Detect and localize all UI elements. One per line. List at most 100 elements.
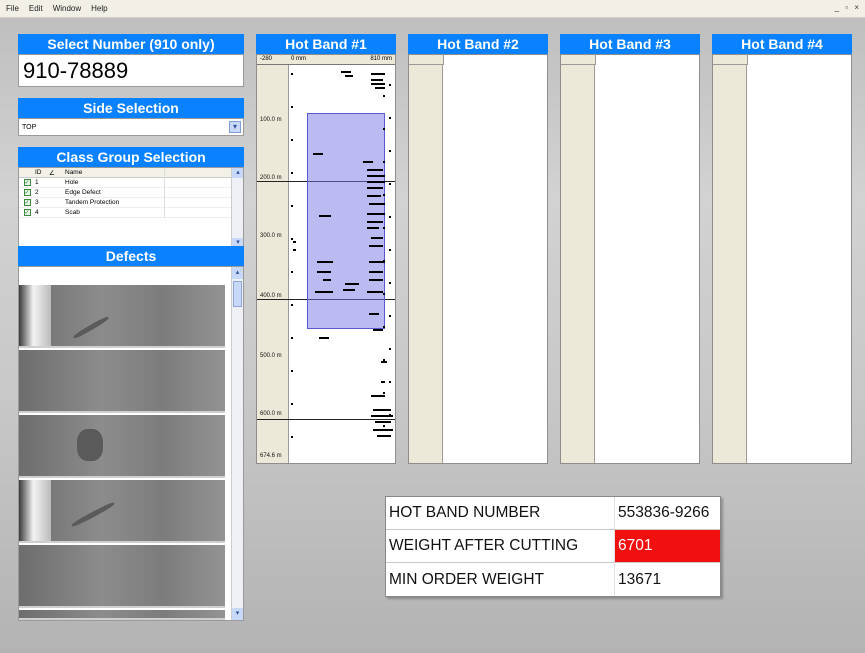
hot-band-2-map[interactable] [408,54,548,464]
defect-dot [291,271,293,273]
class-group-table: ID ∠ Name ✓ 1 Hole ✓ 2 Edge Defect ✓ 3 T… [18,167,244,249]
menu-help[interactable]: Help [91,4,107,13]
table-row[interactable]: ✓ 1 Hole [19,177,243,188]
checkbox[interactable]: ✓ [23,179,31,186]
defect-dot [389,381,391,383]
defect-mark [373,329,383,331]
defect-image[interactable] [19,350,225,413]
column-angle[interactable]: ∠ [49,169,65,177]
defect-mark [369,203,385,205]
defect-image[interactable] [19,285,225,348]
defect-mark [367,195,381,197]
hot-band-3-map[interactable] [560,54,700,464]
info-row-min-order-weight: MIN ORDER WEIGHT 13671 [386,563,720,596]
defects-image-list: ▴ ▾ [18,266,244,621]
defect-dot [389,348,391,350]
defect-dot [291,139,293,141]
defect-mark [319,337,329,339]
defect-mark [313,153,323,155]
hot-band-4-title: Hot Band #4 [712,34,852,54]
hot-band-2-title: Hot Band #2 [408,34,548,54]
defects-scrollbar[interactable]: ▴ ▾ [231,267,243,620]
menu-file[interactable]: File [6,4,19,13]
hot-band-1-defect-plot[interactable] [257,65,395,463]
defect-mark [367,213,385,215]
hot-band-1-title: Hot Band #1 [256,34,396,54]
window-controls[interactable]: _ ▫ × [835,3,861,12]
defect-mark [369,313,379,315]
defect-mark [373,429,393,431]
side-selection-panel: Side Selection TOP ▾ [18,98,244,136]
defect-image[interactable] [19,415,225,478]
defect-dot [389,183,391,185]
defect-dot [383,293,385,295]
class-group-panel: Class Group Selection ID ∠ Name ✓ 1 Hole… [18,147,244,249]
chevron-up-icon[interactable]: ▴ [232,267,243,279]
checkbox[interactable]: ✓ [23,189,31,196]
defect-mark [293,241,296,243]
table-row[interactable]: ✓ 3 Tandem Protection [19,197,243,208]
hot-band-2-panel: Hot Band #2 [408,34,548,464]
defect-dot [383,260,385,262]
defect-mark [371,237,383,239]
chevron-up-icon[interactable]: ▴ [232,168,243,178]
table-row[interactable]: ✓ 2 Edge Defect [19,187,243,198]
hot-band-3-title: Hot Band #3 [560,34,700,54]
defect-mark [317,261,333,263]
defect-mark [381,381,385,383]
defect-mark [367,291,383,293]
select-number-input[interactable]: 910-78889 [18,54,244,87]
defect-image[interactable] [19,610,225,620]
defect-dot [383,95,385,97]
defect-dot [291,238,293,240]
select-number-panel: Select Number (910 only) 910-78889 [18,34,244,87]
defect-mark [371,83,385,85]
defect-mark [319,215,331,217]
column-id[interactable]: ID [35,169,49,176]
menu-bar: File Edit Window Help _ ▫ × [0,0,865,18]
defect-mark [345,75,353,77]
defect-mark [369,271,383,273]
scrollbar-thumb[interactable] [233,281,242,307]
defect-dot [389,249,391,251]
defect-mark [367,181,385,183]
class-group-scrollbar[interactable]: ▴ ▾ [231,168,243,248]
defect-dot [389,414,391,416]
chevron-down-icon[interactable]: ▾ [229,121,241,133]
defect-mark [293,249,296,251]
defect-mark [367,221,383,223]
defect-dot [291,106,293,108]
defect-image[interactable] [19,480,225,543]
defect-dot [389,216,391,218]
defect-mark [345,283,359,285]
defect-dot [291,403,293,405]
checkbox[interactable]: ✓ [23,209,31,216]
hot-band-info-table: HOT BAND NUMBER 553836-9266 WEIGHT AFTER… [385,496,721,597]
defect-dot [383,194,385,196]
table-row[interactable]: ✓ 4 Scab [19,207,243,218]
defect-mark [375,87,385,89]
defect-mark [371,73,385,75]
defect-dot [383,425,385,427]
class-group-title: Class Group Selection [18,147,244,167]
defect-mark [363,161,373,163]
defect-mark [315,291,333,293]
defect-mark [367,227,379,229]
menu-window[interactable]: Window [53,4,81,13]
defect-image[interactable] [19,545,225,608]
defect-mark [367,175,385,177]
menu-edit[interactable]: Edit [29,4,43,13]
column-name[interactable]: Name [65,168,165,178]
defect-mark [323,279,331,281]
chevron-down-icon[interactable]: ▾ [232,608,243,620]
hot-band-1-map[interactable]: -280 0 mm 810 mm 100.0 m 200.0 m 300.0 m… [256,54,396,464]
side-selection-dropdown[interactable]: TOP ▾ [18,118,244,136]
side-selection-title: Side Selection [18,98,244,118]
defect-dot [383,161,385,163]
hot-band-3-panel: Hot Band #3 [560,34,700,464]
hot-band-4-map[interactable] [712,54,852,464]
defect-dot [389,117,391,119]
checkbox[interactable]: ✓ [23,199,31,206]
defect-dot [389,84,391,86]
hot-band-1-panel: Hot Band #1 -280 0 mm 810 mm 100.0 m 200… [256,34,396,464]
